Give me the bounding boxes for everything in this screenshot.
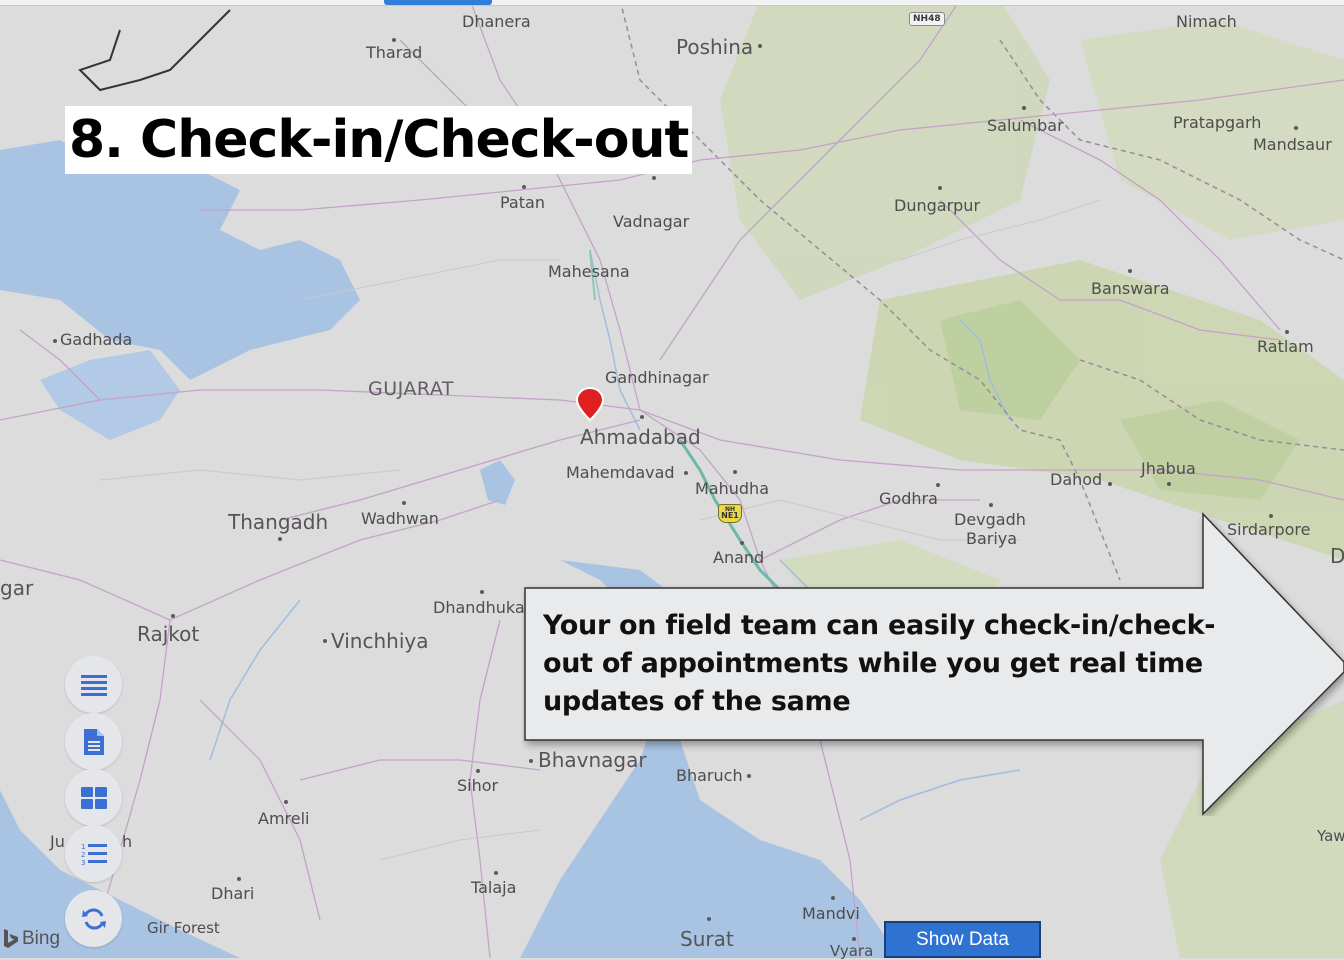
svg-text:1: 1 <box>81 843 85 851</box>
slide-title: 8. Check-in/Check-out <box>65 106 693 174</box>
place-dot <box>684 471 688 475</box>
place-label-mahesana: Mahesana <box>548 262 630 281</box>
place-dot <box>758 44 762 48</box>
place-label-vadnagar: Vadnagar <box>613 212 690 231</box>
place-dot <box>831 896 835 900</box>
place-label-godhra: Godhra <box>879 489 938 508</box>
place-dot <box>1294 126 1298 130</box>
place-label-nimach: Nimach <box>1176 12 1237 31</box>
place-label-vyara: Vyara <box>830 942 874 960</box>
place-label-dhandhuka: Dhandhuka <box>433 598 525 617</box>
place-label-surat: Surat <box>680 927 734 951</box>
place-label-gadhada: Gadhada <box>60 330 133 349</box>
place-label-pratapgarh: Pratapgarh <box>1173 113 1262 132</box>
place-dot <box>392 38 396 42</box>
place-label-mahudha: Mahudha <box>695 479 769 498</box>
place-label-gir-forest: Gir Forest <box>147 919 220 937</box>
numbered-list-button[interactable]: 1 2 3 <box>65 825 122 882</box>
refresh-button[interactable] <box>65 890 122 947</box>
place-dot <box>733 470 737 474</box>
svg-text:2: 2 <box>81 851 85 859</box>
place-label-dahod: Dahod <box>1050 470 1103 489</box>
place-dot <box>1022 106 1026 110</box>
place-dot <box>938 186 942 190</box>
bing-attribution[interactable]: Bing <box>2 928 60 950</box>
refresh-icon <box>81 908 106 929</box>
place-dot <box>278 537 282 541</box>
callout-text: Your on field team can easily check-in/c… <box>543 610 1216 717</box>
place-label-ratlam: Ratlam <box>1257 337 1314 356</box>
place-dot <box>323 639 327 643</box>
place-dot <box>652 176 656 180</box>
top-toolbar <box>0 0 1344 6</box>
place-label-poshina: Poshina <box>676 35 754 59</box>
active-tab-indicator[interactable] <box>384 0 492 5</box>
place-dot <box>494 871 498 875</box>
place-dot <box>171 614 175 618</box>
place-label-salumbar: Salumbar <box>987 116 1064 135</box>
place-label-thangadh: Thangadh <box>228 510 329 534</box>
grid-view-button[interactable] <box>65 769 122 826</box>
place-label-yaw: Yaw <box>1317 827 1344 845</box>
place-dot <box>237 877 241 881</box>
layers-list-button[interactable] <box>65 656 122 713</box>
place-label-patan: Patan <box>500 193 545 212</box>
place-dot <box>936 483 940 487</box>
place-label-tharad: Tharad <box>366 43 423 62</box>
bing-label: Bing <box>22 928 61 949</box>
document-button[interactable] <box>65 713 122 770</box>
show-data-button[interactable]: Show Data <box>884 921 1041 958</box>
place-label-gar: gar <box>0 576 34 600</box>
place-dot <box>640 415 644 419</box>
place-label-gandhinagar: Gandhinagar <box>605 368 709 387</box>
place-label-dhari: Dhari <box>211 884 255 903</box>
numbered-list-icon: 1 2 3 <box>81 843 107 866</box>
document-icon <box>83 728 104 755</box>
bing-logo-icon <box>4 929 18 948</box>
place-dot <box>480 590 484 594</box>
place-dot <box>1285 330 1289 334</box>
place-label-banswara: Banswara <box>1091 279 1170 298</box>
place-label-junagadh-a: Ju <box>50 832 65 851</box>
place-dot <box>989 503 993 507</box>
place-dot <box>1128 269 1132 273</box>
place-dot <box>522 185 526 189</box>
grid-icon <box>80 786 107 809</box>
place-label-junagadh-b: h <box>122 832 133 851</box>
place-label-rajkot: Rajkot <box>137 622 200 646</box>
place-label-jhabua: Jhabua <box>1141 459 1196 478</box>
place-dot <box>1108 482 1112 486</box>
place-dot <box>1167 482 1171 486</box>
place-label-amreli: Amreli <box>258 809 310 828</box>
place-dot <box>53 339 57 343</box>
place-label-gujarat: GUJARAT <box>368 378 454 400</box>
place-label-sihor: Sihor <box>457 776 499 795</box>
svg-text:3: 3 <box>81 859 85 866</box>
place-label-mandvi: Mandvi <box>802 904 860 923</box>
place-label-vinchhiya: Vinchhiya <box>331 629 429 653</box>
place-dot <box>284 800 288 804</box>
place-label-wadhwan: Wadhwan <box>361 509 439 528</box>
place-dot <box>852 937 856 941</box>
place-label-dhanera: Dhanera <box>462 12 531 31</box>
place-label-mandsaur: Mandsaur <box>1253 135 1332 154</box>
list-icon <box>80 674 107 696</box>
place-label-mahemdavad: Mahemdavad <box>566 463 675 482</box>
road-shield-nh48: NH48 <box>909 12 945 26</box>
place-dot <box>476 769 480 773</box>
place-dot <box>707 917 711 921</box>
place-label-dungarpur: Dungarpur <box>894 196 981 215</box>
place-label-ahmadabad: Ahmadabad <box>580 425 701 449</box>
place-label-talaja: Talaja <box>471 878 517 897</box>
place-dot <box>402 501 406 505</box>
